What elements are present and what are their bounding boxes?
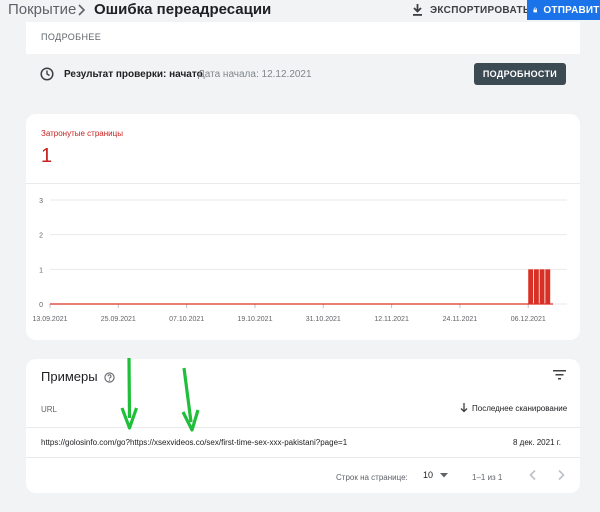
clock-icon: [40, 67, 54, 81]
chevron-right-icon[interactable]: [556, 469, 566, 481]
validation-status-row: Результат проверки: начато Дата начала: …: [26, 54, 580, 96]
y-tick-label: 2: [39, 233, 43, 240]
validation-status-text: Результат проверки: начато: [64, 69, 203, 80]
column-header-last-crawl[interactable]: Последнее сканирование: [460, 403, 567, 413]
filter-icon[interactable]: [553, 369, 566, 380]
top-bar: Покрытие Ошибка переадресации ЭКСПОРТИРО…: [0, 0, 600, 22]
table-row[interactable]: https://golosinfo.com/go?https://xsexvid…: [26, 428, 580, 457]
details-button[interactable]: ПОДРОБНОСТИ: [474, 63, 566, 85]
rows-per-page-value: 10: [423, 470, 434, 480]
x-tick-label: 31.10.2021: [306, 316, 341, 323]
x-tick-label: 07.10.2021: [169, 316, 204, 323]
details-header: ПОДРОБНЕЕ: [41, 32, 102, 42]
examples-card: Примеры URL Последнее сканирование https…: [26, 359, 580, 493]
breadcrumb-parent[interactable]: Покрытие: [8, 1, 76, 18]
rows-per-page-label: Строк на странице:: [336, 473, 408, 482]
affected-pages-chart: 0 1 2 3 13.09.2021 25.09.2021 07.10.2021 19.10.…: [32, 198, 567, 323]
chart-bar: [539, 269, 545, 304]
chevron-left-icon[interactable]: [528, 469, 538, 481]
chart-bar: [533, 269, 539, 304]
dropdown-arrow-icon: [440, 472, 449, 477]
annotation-arrow-icon: [181, 367, 200, 432]
export-button[interactable]: ЭКСПОРТИРОВАТЬ: [412, 2, 530, 18]
chevron-right-icon: [78, 4, 86, 16]
lock-icon: [533, 7, 537, 13]
validation-start-date: Дата начала: 12.12.2021: [198, 69, 312, 80]
x-tick-label: 12.11.2021: [374, 316, 409, 323]
examples-title: Примеры: [41, 369, 98, 384]
help-icon[interactable]: [104, 372, 115, 383]
x-tick-label: 13.09.2021: [32, 316, 67, 323]
y-tick-label: 1: [39, 267, 43, 274]
column-header-url: URL: [41, 405, 58, 414]
validation-card: ПОДРОБНЕЕ Результат проверки: начато Дат…: [26, 22, 580, 96]
divider: [26, 457, 580, 458]
column-header-last-crawl-label: Последнее сканирование: [472, 403, 568, 413]
row-url: https://golosinfo.com/go?https://xsexvid…: [41, 438, 348, 447]
page-title: Ошибка переадресации: [94, 1, 272, 18]
x-tick-label: 25.09.2021: [101, 316, 136, 323]
annotation-arrow-icon: [120, 357, 139, 430]
pagination-range: 1–1 из 1: [472, 473, 503, 482]
x-tick-label: 24.11.2021: [443, 316, 478, 323]
affected-pages-card: Затронутые страницы 1 0 1 2 3 13.09.2021 25.0…: [26, 114, 580, 340]
y-tick-label: 3: [39, 198, 43, 205]
submit-button[interactable]: ОТПРАВИТЬ: [527, 0, 600, 20]
rows-per-page-select[interactable]: 10: [423, 470, 449, 480]
arrow-down-icon: [460, 403, 468, 413]
row-date: 8 дек. 2021 г.: [513, 438, 561, 447]
export-label: ЭКСПОРТИРОВАТЬ: [430, 4, 531, 16]
y-tick-label: 0: [39, 302, 43, 309]
chart-bar: [545, 269, 551, 304]
chart-bar: [528, 269, 534, 304]
submit-label: ОТПРАВИТЬ: [543, 4, 600, 16]
x-tick-label: 06.12.2021: [511, 316, 546, 323]
x-tick-label: 19.10.2021: [237, 316, 272, 323]
download-icon: [413, 4, 422, 16]
